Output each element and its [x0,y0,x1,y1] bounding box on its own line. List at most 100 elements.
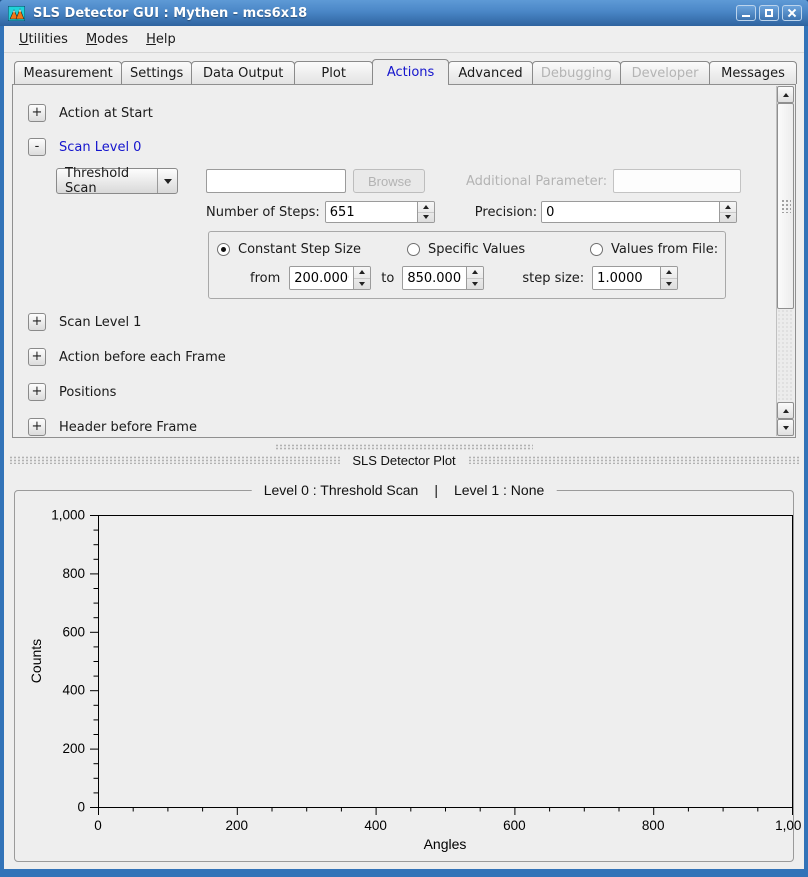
svg-text:600: 600 [503,818,526,833]
scroll-down-icon [783,426,789,430]
number-of-steps-spinbox [325,201,435,223]
radio-specific-values[interactable]: Specific Values [407,242,590,257]
expand-button-scan-level-1[interactable]: + [28,313,46,331]
scrollbar-track[interactable] [777,309,794,402]
section-action-at-start: + Action at Start [28,104,775,122]
radio-label: Values from File: [611,242,718,257]
tab-messages[interactable]: Messages [709,61,797,84]
step-size-input[interactable] [593,267,660,289]
dock-grip-right [468,456,799,464]
scroll-down-button[interactable] [777,419,794,436]
radio-label: Constant Step Size [238,242,361,257]
tab-data-output[interactable]: Data Output [191,61,295,84]
window-title: SLS Detector GUI : Mythen - mcs6x18 [33,6,736,21]
svg-text:800: 800 [642,818,665,833]
spin-down-icon[interactable] [720,213,736,223]
expand-button-header-before-frame[interactable]: + [28,418,46,436]
maximize-icon [765,9,773,17]
window-frame: Utilities Modes Help Measurement Setting… [0,26,808,877]
dock-grip-left [9,456,340,464]
spin-up-icon[interactable] [467,267,483,279]
number-of-steps-label: Number of Steps: [206,205,320,220]
spin-down-icon[interactable] [467,279,483,290]
svg-text:Counts: Counts [28,639,44,683]
plot-dock-title: SLS Detector Plot [352,453,455,468]
spin-down-icon[interactable] [418,213,434,223]
maximize-button[interactable] [759,5,779,21]
precision-spinbox [541,201,737,223]
scroll-up-icon [783,93,789,97]
scan-mode-select[interactable]: Threshold Scan [56,168,178,194]
app-icon [8,6,25,21]
svg-text:400: 400 [62,683,85,698]
step-size-spinbox [592,266,678,290]
scan-mode-selected-value: Threshold Scan [57,166,157,196]
scan-script-input[interactable] [206,169,346,193]
expand-button-action-before-each-frame[interactable]: + [28,348,46,366]
section-header-before-frame: + Header before Frame [28,418,775,436]
tab-plot[interactable]: Plot [294,61,373,84]
menu-help[interactable]: Help [137,29,185,50]
svg-text:800: 800 [62,566,85,581]
actions-panel-content: + Action at Start - Scan Level 0 Thresho… [14,86,775,436]
spin-up-icon[interactable] [354,267,370,279]
minimize-icon [742,15,750,17]
spin-up-icon[interactable] [661,267,677,279]
scroll-up-icon [783,409,789,413]
section-label: Action at Start [59,106,153,121]
additional-parameter-label: Additional Parameter: [466,174,607,189]
scrollbar-thumb[interactable] [777,103,794,309]
tab-advanced[interactable]: Advanced [448,61,533,84]
expand-button-action-at-start[interactable]: + [28,104,46,122]
vertical-scrollbar[interactable] [776,86,794,436]
tab-settings[interactable]: Settings [121,61,192,84]
tab-actions[interactable]: Actions [372,59,449,84]
section-action-before-each-frame: + Action before each Frame [28,348,775,366]
tab-measurement[interactable]: Measurement [14,61,122,84]
radio-constant-step-size[interactable]: Constant Step Size [217,242,407,257]
from-label: from [250,271,280,286]
collapse-button-scan-level-0[interactable]: - [28,138,46,156]
step-size-label: step size: [522,271,584,286]
tab-debugging: Debugging [532,61,621,84]
section-label: Scan Level 1 [59,315,141,330]
app-window: SLS Detector GUI : Mythen - mcs6x18 Util… [0,0,808,877]
precision-input[interactable] [542,202,719,222]
close-button[interactable] [782,5,802,21]
menu-utilities[interactable]: Utilities [10,29,77,50]
additional-parameter-input [613,169,741,193]
radio-selected-icon[interactable] [217,243,230,256]
expand-button-positions[interactable]: + [28,383,46,401]
to-input[interactable] [403,267,466,289]
from-input[interactable] [290,267,353,289]
from-spinbox [289,266,371,290]
svg-text:0: 0 [94,818,102,833]
section-label: Action before each Frame [59,350,226,365]
spin-down-icon[interactable] [661,279,677,290]
svg-text:200: 200 [226,818,249,833]
section-label: Scan Level 0 [59,140,141,155]
svg-text:0: 0 [77,800,85,815]
spin-down-icon[interactable] [354,279,370,290]
scroll-up-button[interactable] [777,86,794,103]
radio-icon[interactable] [407,243,420,256]
number-of-steps-input[interactable] [326,202,417,222]
plot-dock-titlebar[interactable]: SLS Detector Plot [9,453,799,467]
scan-level-0-content: Threshold Scan Browse Additional Paramet… [56,168,756,299]
menu-modes[interactable]: Modes [77,29,137,50]
splitter-handle[interactable] [275,444,533,450]
precision-label: Precision: [475,205,537,220]
section-scan-level-1: + Scan Level 1 [28,313,775,331]
svg-text:600: 600 [62,624,85,639]
spin-up-icon[interactable] [418,202,434,213]
radio-values-from-file[interactable]: Values from File: [590,242,718,257]
svg-text:200: 200 [62,741,85,756]
spin-up-icon[interactable] [720,202,736,213]
minimize-button[interactable] [736,5,756,21]
radio-label: Specific Values [428,242,525,257]
scroll-up-button-bottom[interactable] [777,402,794,419]
titlebar[interactable]: SLS Detector GUI : Mythen - mcs6x18 [0,0,808,26]
radio-icon[interactable] [590,243,603,256]
svg-text:Angles: Angles [424,836,467,852]
tab-bar: Measurement Settings Data Output Plot Ac… [4,53,804,84]
